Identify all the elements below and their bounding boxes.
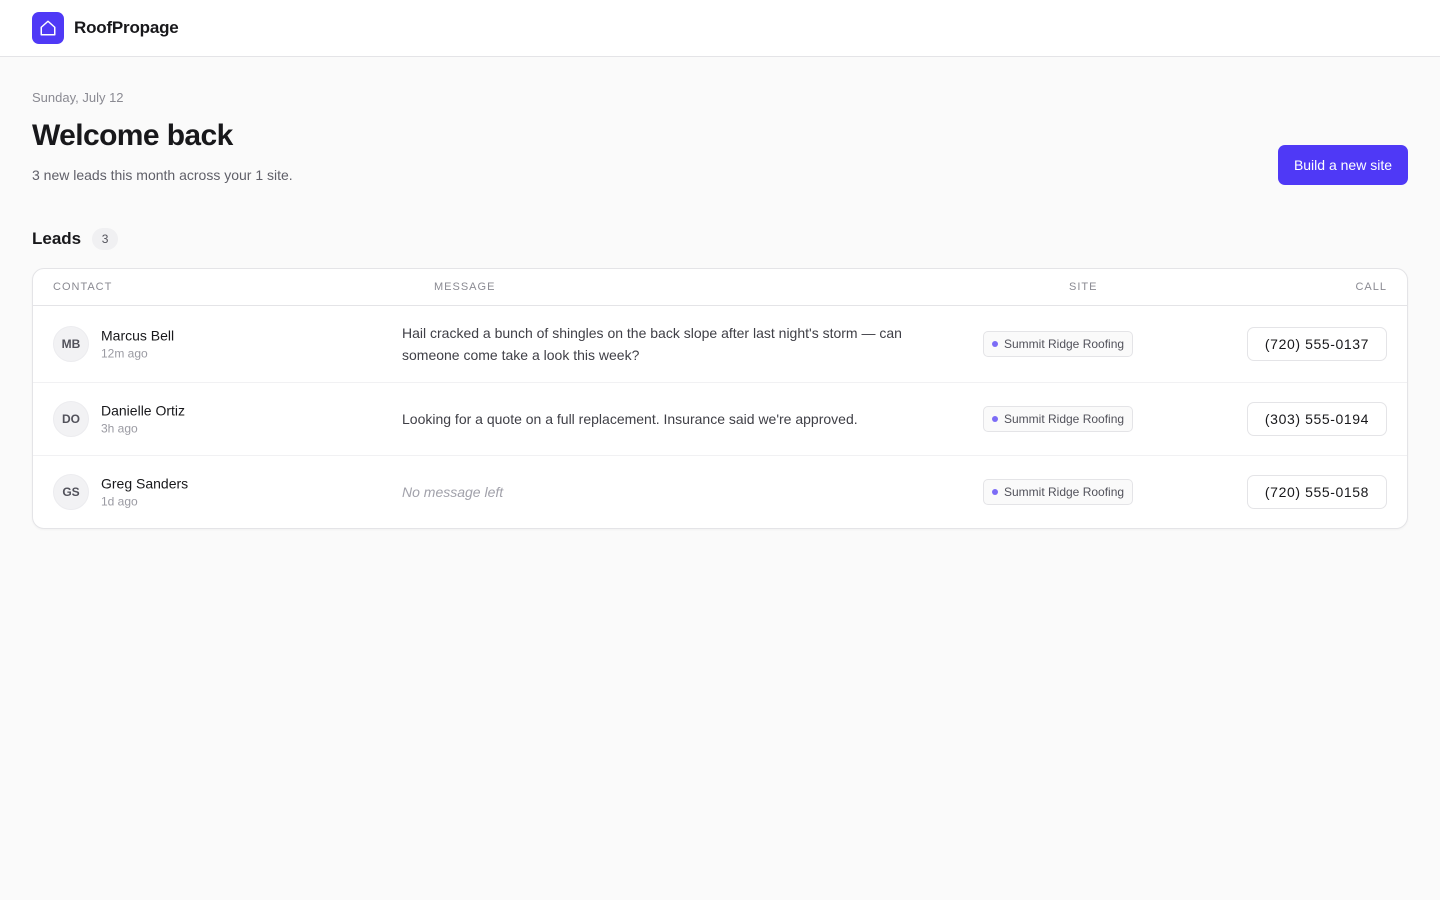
- contact-name: Marcus Bell: [101, 327, 175, 344]
- contact-name: Danielle Ortiz: [101, 402, 186, 419]
- column-header-site: SITE: [1069, 281, 1098, 293]
- leads-table: CONTACT MESSAGE SITE CALL MB Marcus Bell…: [32, 268, 1408, 529]
- site-name: Summit Ridge Roofing: [1004, 412, 1125, 426]
- site-badge[interactable]: Summit Ridge Roofing: [983, 331, 1134, 357]
- lead-message-empty: No message left: [402, 484, 504, 500]
- site-status-dot: [992, 416, 998, 422]
- contact-time: 3h ago: [101, 421, 138, 436]
- build-new-site-button[interactable]: Build a new site: [1277, 145, 1408, 185]
- contact-cell: Greg Sanders 1d ago: [101, 475, 188, 510]
- current-date: Sunday, July 12: [32, 90, 124, 105]
- leads-summary: 3 new leads this month across your 1 sit…: [32, 167, 293, 183]
- dashboard-main: Sunday, July 12 Welcome back 3 new leads…: [0, 57, 1440, 529]
- site-badge[interactable]: Summit Ridge Roofing: [983, 479, 1134, 505]
- leads-title: Leads: [32, 229, 82, 248]
- avatar: MB: [53, 326, 89, 362]
- call-button[interactable]: (720) 555-0137: [1247, 327, 1387, 361]
- site-name: Summit Ridge Roofing: [1004, 337, 1125, 351]
- leads-count-badge: 3: [92, 228, 119, 250]
- table-row[interactable]: DO Danielle Ortiz 3h ago Looking for a q…: [33, 383, 1407, 456]
- column-header-contact: CONTACT: [53, 281, 113, 293]
- contact-name: Greg Sanders: [101, 475, 189, 492]
- avatar: GS: [53, 474, 89, 510]
- lead-message: Looking for a quote on a full replacemen…: [402, 411, 858, 427]
- leads-header: Leads 3: [32, 228, 1408, 250]
- call-button[interactable]: (303) 555-0194: [1247, 402, 1387, 436]
- house-icon: [40, 20, 56, 36]
- table-row[interactable]: GS Greg Sanders 1d ago No message left S…: [33, 456, 1407, 528]
- lead-message: Hail cracked a bunch of shingles on the …: [402, 325, 902, 363]
- app-name: RoofPropage: [74, 18, 179, 37]
- table-row[interactable]: MB Marcus Bell 12m ago Hail cracked a bu…: [33, 306, 1407, 383]
- column-header-message: MESSAGE: [434, 281, 496, 293]
- page-title: Welcome back: [32, 119, 233, 152]
- top-bar: RoofPropage: [0, 0, 1440, 57]
- contact-cell: Danielle Ortiz 3h ago: [101, 402, 185, 437]
- contact-cell: Marcus Bell 12m ago: [101, 327, 174, 362]
- site-status-dot: [992, 341, 998, 347]
- contact-time: 12m ago: [101, 346, 148, 361]
- site-badge[interactable]: Summit Ridge Roofing: [983, 406, 1134, 432]
- contact-time: 1d ago: [101, 494, 138, 509]
- avatar: DO: [53, 401, 89, 437]
- app-logo[interactable]: [32, 12, 64, 44]
- column-header-call: CALL: [1355, 281, 1387, 293]
- site-name: Summit Ridge Roofing: [1004, 485, 1125, 499]
- table-header: CONTACT MESSAGE SITE CALL: [33, 269, 1407, 306]
- call-button[interactable]: (720) 555-0158: [1247, 475, 1387, 509]
- site-status-dot: [992, 489, 998, 495]
